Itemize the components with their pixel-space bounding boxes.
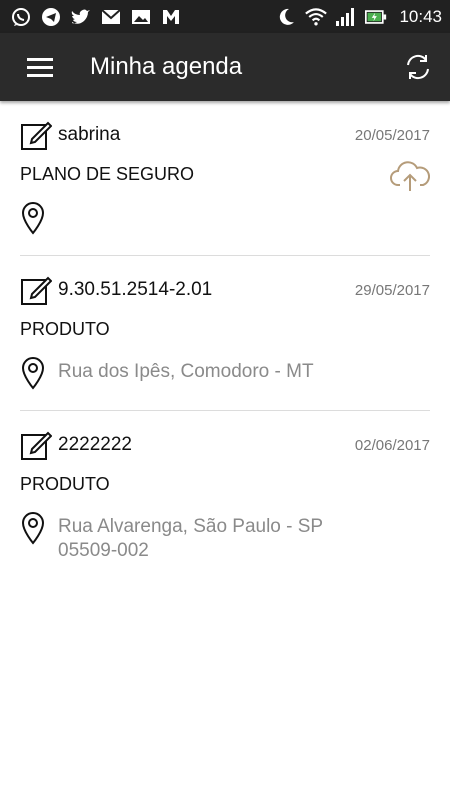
sync-button[interactable] xyxy=(398,47,438,87)
appointment-list: sabrina 20/05/2017 PLANO DE SEGURO 9.30.… xyxy=(0,101,450,565)
edit-icon[interactable] xyxy=(20,274,52,306)
cloud-upload-icon[interactable] xyxy=(390,159,430,193)
appointment-date: 29/05/2017 xyxy=(354,281,430,299)
map-pin-icon[interactable] xyxy=(20,511,46,545)
appointment-type: PRODUTO xyxy=(20,319,110,339)
edit-icon[interactable] xyxy=(20,429,52,461)
page-title: Minha agenda xyxy=(90,53,243,80)
image-icon xyxy=(130,6,152,28)
battery-charging-icon xyxy=(365,6,387,28)
app-m-icon xyxy=(160,6,182,28)
menu-button[interactable] xyxy=(20,47,60,87)
menu-icon xyxy=(27,58,53,77)
edit-icon[interactable] xyxy=(20,119,52,151)
gmail-icon xyxy=(100,6,122,28)
status-bar: 10:43 xyxy=(0,0,450,33)
appointment-card[interactable]: 2222222 02/06/2017 PRODUTO Rua Alvarenga… xyxy=(20,411,430,565)
telegram-icon xyxy=(40,6,62,28)
location-row: Rua dos Ipês, Comodoro - MT xyxy=(20,356,314,390)
twitter-icon xyxy=(70,6,92,28)
appointment-card[interactable]: 9.30.51.2514-2.01 29/05/2017 PRODUTO Rua… xyxy=(20,256,430,411)
appointment-title: 9.30.51.2514-2.01 xyxy=(58,279,213,300)
notification-icons xyxy=(10,6,182,28)
system-icons: 10:43 xyxy=(275,6,442,28)
sync-icon xyxy=(407,54,429,80)
map-pin-icon[interactable] xyxy=(20,356,46,390)
appointment-date: 20/05/2017 xyxy=(354,126,430,144)
appointment-address: Rua Alvarenga, São Paulo - SP 05509-002 xyxy=(58,515,323,563)
address-line-1: Rua dos Ipês, Comodoro - MT xyxy=(58,361,314,382)
appointment-card[interactable]: sabrina 20/05/2017 PLANO DE SEGURO xyxy=(20,101,430,256)
location-row: Rua Alvarenga, São Paulo - SP 05509-002 xyxy=(20,511,323,563)
do-not-disturb-moon-icon xyxy=(275,6,297,28)
appointment-type: PRODUTO xyxy=(20,474,110,494)
appointment-address: Rua dos Ipês, Comodoro - MT xyxy=(58,360,314,384)
appointment-date: 02/06/2017 xyxy=(354,436,430,454)
location-row xyxy=(20,201,58,235)
signal-icon xyxy=(335,6,357,28)
wifi-icon xyxy=(305,6,328,28)
address-line-2: 05509-002 xyxy=(58,540,149,561)
address-line-1: Rua Alvarenga, São Paulo - SP xyxy=(58,516,324,537)
map-pin-icon[interactable] xyxy=(20,201,46,235)
appointment-type: PLANO DE SEGURO xyxy=(20,164,195,184)
appointment-title: sabrina xyxy=(58,124,121,145)
appointment-title: 2222222 xyxy=(58,434,132,455)
clock-time: 10:43 xyxy=(399,6,442,26)
app-bar: Minha agenda xyxy=(0,33,450,101)
whatsapp-icon xyxy=(10,6,32,28)
